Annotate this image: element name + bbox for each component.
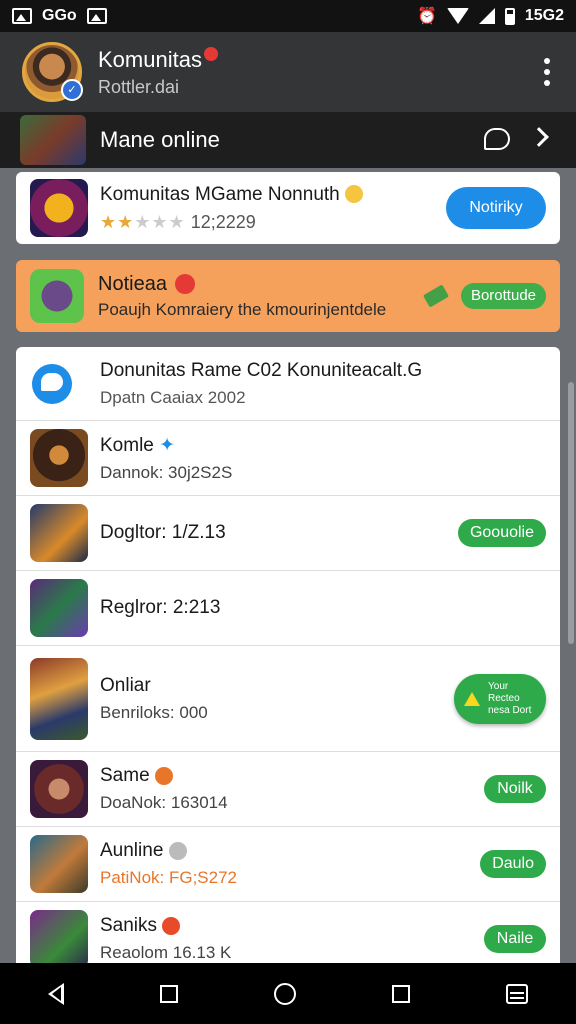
status-bar: GGo ⏰ 15G2 (0, 0, 576, 32)
alarm-icon: ⏰ (416, 8, 437, 25)
list-item[interactable]: Onliar Benriloks: 000 Your Recteo nesa D… (16, 646, 560, 752)
square-icon[interactable] (160, 984, 178, 1003)
promo-button[interactable]: Borottude (460, 283, 546, 309)
avatar[interactable]: ✓ (22, 42, 83, 102)
item-action-button[interactable]: Noilk (484, 775, 546, 803)
item-subtitle: PatiNok: FG;S272 (100, 868, 238, 887)
item-subtitle: Reaolom 16.13 K (100, 943, 232, 962)
warning-icon (464, 691, 480, 706)
page-subtitle: Rottler.dai (98, 76, 180, 97)
app-header: ✓ Komunitas Rottler.dai (0, 32, 576, 112)
stack-icon[interactable] (506, 983, 528, 1004)
image-icon (86, 8, 107, 24)
promo-card[interactable]: Notieaa Poaujh Komraiery the kmourinjent… (16, 260, 560, 332)
game-icon (30, 579, 88, 637)
game-icon (30, 760, 88, 818)
wifi-icon (446, 8, 469, 24)
item-title: Saniks (100, 915, 158, 936)
overflow-menu-icon[interactable] (544, 58, 550, 86)
signal-icon (478, 8, 495, 24)
section-thumbnail (20, 115, 86, 165)
item-subtitle: Benriloks: 000 (100, 702, 208, 722)
game-icon (30, 504, 88, 562)
promo-subtitle: Poaujh Komraiery the kmourinjentdele (98, 299, 387, 319)
list-item[interactable]: Aunline PatiNok: FG;S272 Daulo (16, 827, 560, 902)
list-header-title: Donunitas Rame C02 Konuniteacalt.G (100, 359, 423, 381)
verified-icon: ✦ (159, 434, 176, 456)
gallery-icon (12, 8, 32, 24)
item-title: Aunline (100, 840, 164, 861)
list-item[interactable]: Dogltor: 1/Z.13 Goouolie (16, 496, 560, 571)
rating-stars: ★★★★★ (100, 211, 186, 232)
chat-icon[interactable] (484, 128, 510, 150)
messenger-icon (32, 363, 72, 404)
scrollbar[interactable] (568, 382, 574, 644)
chevron-right-icon[interactable] (529, 127, 549, 147)
promo-icon (30, 269, 84, 323)
game-icon (30, 835, 88, 893)
navigation-bar (0, 963, 576, 1024)
alert-badge-icon (174, 274, 195, 295)
rating-text: 12;2229 (190, 211, 256, 232)
item-title: Reglror: 2:213 (100, 597, 221, 618)
notify-button[interactable]: Notiriky (446, 187, 546, 229)
item-title: Komle (100, 434, 154, 456)
game-icon (30, 179, 88, 237)
home-icon[interactable] (274, 982, 296, 1005)
game-icon (30, 657, 88, 740)
item-title: Onliar (100, 674, 151, 696)
section-title: Mane online (100, 127, 220, 152)
emoji-icon (162, 916, 181, 935)
list-item[interactable]: Same DoaNok: 163014 Noilk (16, 752, 560, 827)
status-time: 15G2 (524, 7, 564, 24)
promo-title: Notieaa (98, 272, 167, 295)
item-title: Same (100, 765, 150, 786)
game-list: Donunitas Rame C02 Konuniteacalt.G Dpatn… (16, 347, 560, 963)
fab-label: Your Recteo nesa Dort (488, 680, 532, 716)
list-header-subtitle: Dpatn Caaiax 2002 (100, 387, 246, 407)
notification-dot-icon (203, 46, 218, 61)
smile-emoji-icon (345, 185, 364, 204)
game-icon (30, 429, 88, 487)
featured-title: Komunitas MGame Nonnuth (100, 183, 340, 205)
sunglasses-emoji-icon (168, 841, 187, 860)
item-title: Dogltor: 1/Z.13 (100, 522, 226, 543)
page-title: Komunitas (98, 46, 202, 72)
item-action-button[interactable]: Daulo (480, 850, 546, 878)
item-subtitle: DoaNok: 163014 (100, 793, 228, 812)
item-action-button[interactable]: Naile (484, 925, 546, 953)
list-item[interactable]: Komle ✦ Dannok: 30j2S2S (16, 421, 560, 496)
game-icon (30, 910, 88, 963)
list-item[interactable]: Saniks Reaolom 16.13 K Naile (16, 902, 560, 963)
verified-icon: ✓ (61, 79, 83, 101)
section-bar[interactable]: Mane online (0, 112, 576, 168)
emoji-icon (154, 766, 173, 785)
floating-action-button[interactable]: Your Recteo nesa Dort (454, 673, 546, 724)
ticket-icon (422, 284, 449, 308)
battery-icon (504, 7, 515, 25)
list-item[interactable]: Reglror: 2:213 (16, 571, 560, 646)
list-header[interactable]: Donunitas Rame C02 Konuniteacalt.G Dpatn… (16, 347, 560, 421)
recents-icon[interactable] (392, 984, 410, 1003)
status-left-text: GGo (42, 7, 77, 24)
item-subtitle: Dannok: 30j2S2S (100, 462, 233, 482)
item-action-button[interactable]: Goouolie (457, 519, 546, 547)
back-icon[interactable] (48, 982, 64, 1005)
featured-game-card[interactable]: Komunitas MGame Nonnuth ★★★★★ 12;2229 No… (16, 172, 560, 244)
